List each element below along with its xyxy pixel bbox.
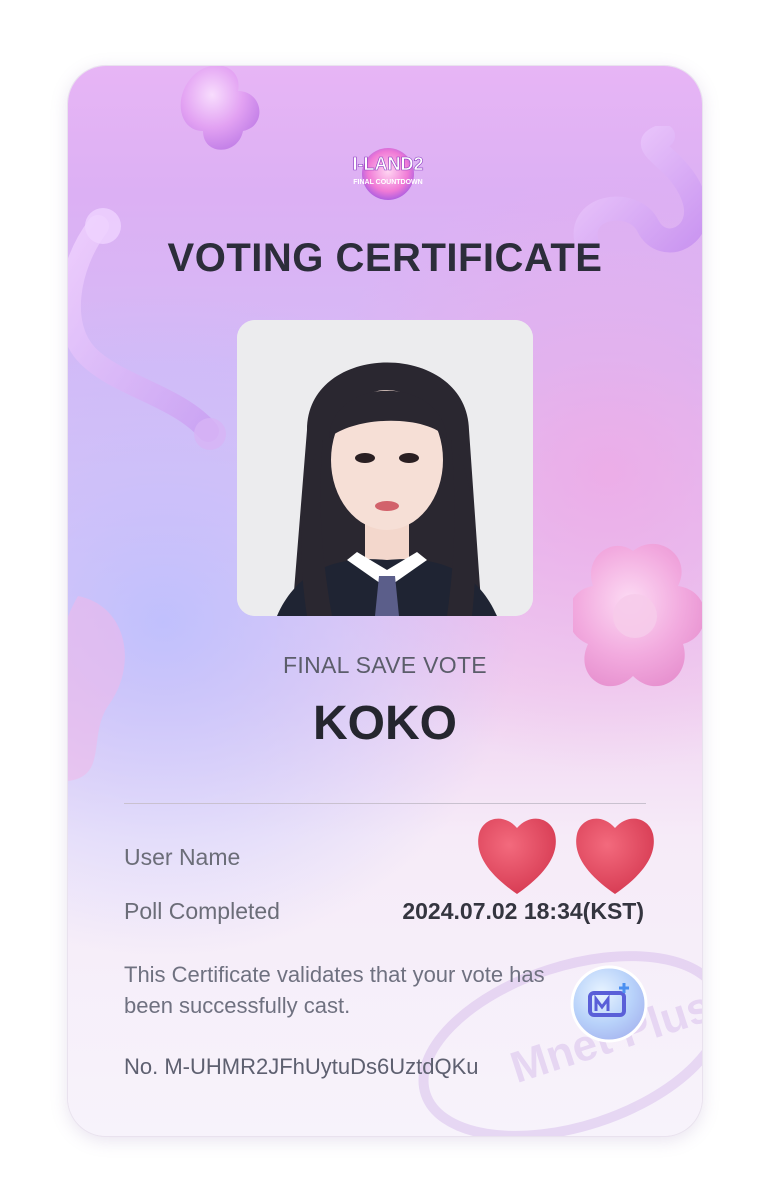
i-land2-logo-icon: I-LAND2 FINAL COUNTDOWN: [352, 148, 424, 200]
candidate-photo: [237, 320, 533, 616]
logo-subtext: FINAL COUNTDOWN: [353, 179, 422, 186]
logo-text: I-LAND2: [353, 154, 424, 174]
decorative-flower-right-icon: [573, 543, 702, 687]
decorative-blob-left-icon: [68, 596, 125, 781]
certificate-note: This Certificate validates that your vot…: [124, 962, 545, 1018]
candidate-portrait-icon: [237, 320, 533, 616]
section-divider: [124, 803, 646, 804]
poll-completed-value: 2024.07.02 18:34(KST): [402, 898, 644, 924]
certificate-number: No. M-UHMR2JFhUytuDs6UztdQKu: [124, 1054, 479, 1079]
voting-certificate-card: Mnet Plus I-LAND2 FINAL COUNTDOWN VOTING…: [68, 66, 702, 1136]
candidate-name: KOKO: [313, 697, 457, 750]
mnet-plus-icon: [570, 965, 648, 1043]
certificate-title: VOTING CERTIFICATE: [167, 236, 603, 280]
poll-completed-label: Poll Completed: [124, 898, 280, 924]
mnet-plus-watermark-icon: Mnet Plus: [418, 951, 702, 1136]
vote-type-label: FINAL SAVE VOTE: [283, 652, 487, 678]
decorative-blob-top-icon: [180, 66, 260, 150]
heart-stickers-icon: [478, 818, 654, 894]
user-name-label: User Name: [124, 844, 241, 870]
